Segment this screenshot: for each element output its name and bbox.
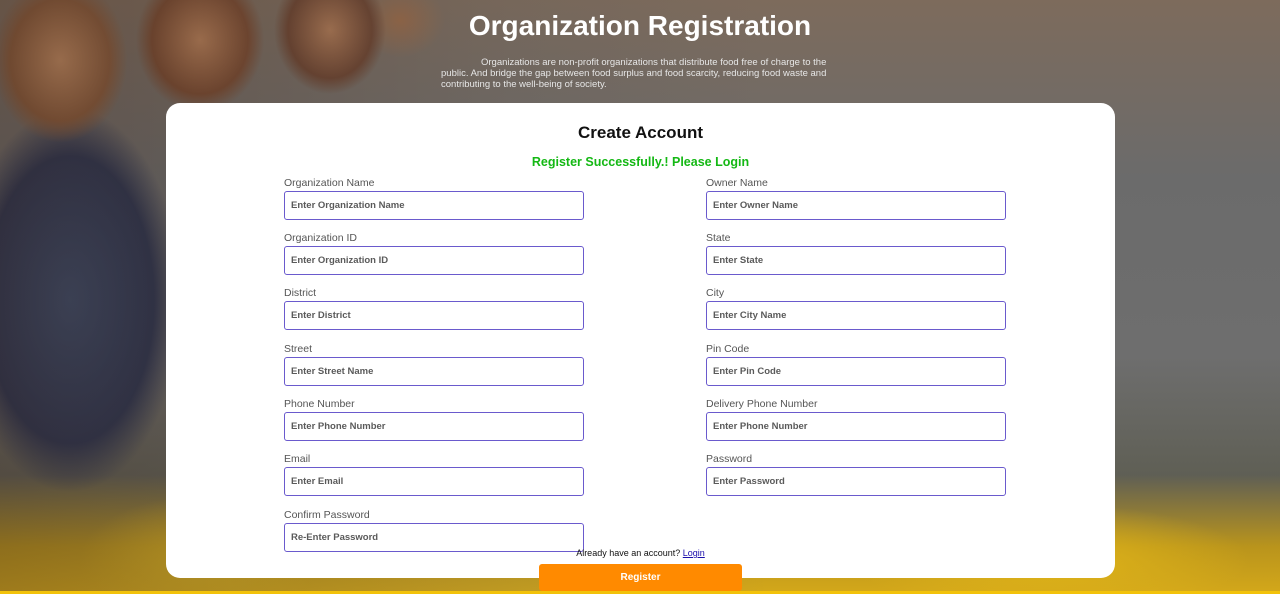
city-input[interactable] bbox=[706, 301, 1006, 330]
confirm-password-field: Confirm Password bbox=[284, 509, 584, 552]
street-input[interactable] bbox=[284, 357, 584, 386]
district-input[interactable] bbox=[284, 301, 584, 330]
org-id-label: Organization ID bbox=[284, 232, 357, 244]
state-field: State bbox=[706, 232, 1006, 275]
state-input[interactable] bbox=[706, 246, 1006, 275]
delivery-phone-input[interactable] bbox=[706, 412, 1006, 441]
phone-label: Phone Number bbox=[284, 398, 355, 410]
pin-code-field: Pin Code bbox=[706, 343, 1006, 386]
district-field: District bbox=[284, 287, 584, 330]
delivery-phone-field: Delivery Phone Number bbox=[706, 398, 1006, 441]
street-field: Street bbox=[284, 343, 584, 386]
email-label: Email bbox=[284, 453, 311, 465]
confirm-password-label: Confirm Password bbox=[284, 509, 370, 521]
phone-input[interactable] bbox=[284, 412, 584, 441]
password-label: Password bbox=[706, 453, 753, 465]
login-prompt-text: Already have an account? bbox=[576, 548, 681, 558]
login-link[interactable]: Login bbox=[683, 548, 705, 558]
success-message: Register Successfully.! Please Login bbox=[531, 155, 750, 169]
org-name-field: Organization Name bbox=[284, 177, 584, 220]
owner-name-input[interactable] bbox=[706, 191, 1006, 220]
registration-card: Create Account Register Successfully.! P… bbox=[166, 103, 1115, 578]
form-title: Create Account bbox=[577, 123, 703, 142]
pin-code-label: Pin Code bbox=[706, 343, 750, 355]
city-label: City bbox=[706, 287, 725, 299]
owner-name-label: Owner Name bbox=[706, 177, 768, 189]
password-input[interactable] bbox=[706, 467, 1006, 496]
email-field: Email bbox=[284, 453, 584, 496]
password-field: Password bbox=[706, 453, 1006, 496]
phone-field: Phone Number bbox=[284, 398, 584, 441]
email-input[interactable] bbox=[284, 467, 584, 496]
pin-code-input[interactable] bbox=[706, 357, 1006, 386]
org-id-field: Organization ID bbox=[284, 232, 584, 275]
page-description: Organizations are non-profit organizatio… bbox=[441, 57, 827, 90]
street-label: Street bbox=[284, 343, 313, 355]
org-id-input[interactable] bbox=[284, 246, 584, 275]
login-prompt: Already have an account? Login bbox=[166, 548, 1115, 558]
delivery-phone-label: Delivery Phone Number bbox=[706, 398, 818, 410]
state-label: State bbox=[706, 232, 731, 244]
org-name-label: Organization Name bbox=[284, 177, 375, 189]
register-button[interactable]: Register bbox=[539, 564, 742, 591]
page-title: Organization Registration bbox=[468, 10, 812, 41]
org-name-input[interactable] bbox=[284, 191, 584, 220]
district-label: District bbox=[284, 287, 317, 299]
owner-name-field: Owner Name bbox=[706, 177, 1006, 220]
city-field: City bbox=[706, 287, 1006, 330]
